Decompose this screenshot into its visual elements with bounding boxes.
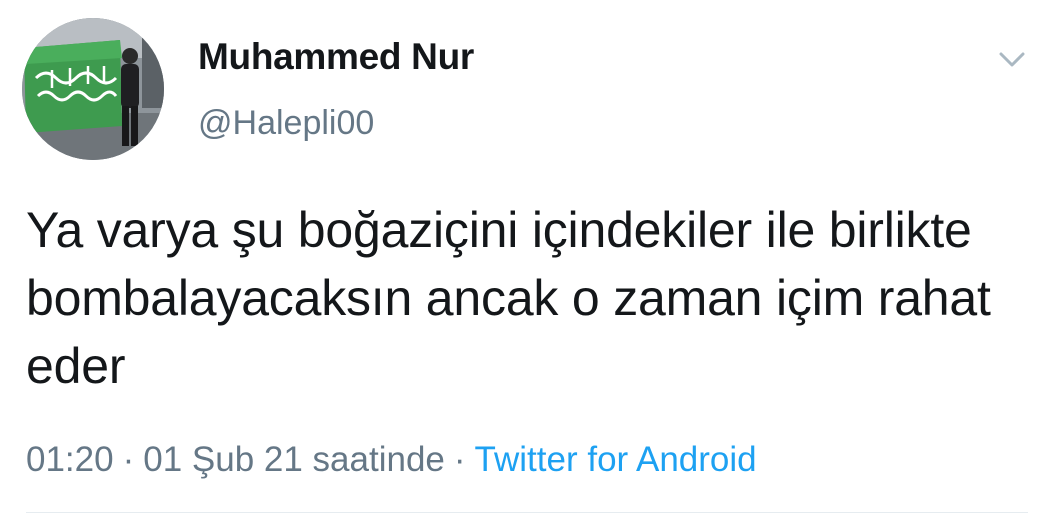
display-name[interactable]: Muhammed Nur <box>198 36 474 78</box>
divider <box>26 512 1028 513</box>
tweet-metadata: 01:20 · 01 Şub 21 saatinde · Twitter for And… <box>26 440 757 480</box>
tweet-text: Ya varya şu boğaziçini içindekiler ile b… <box>26 202 991 394</box>
tweet-date[interactable]: 01 Şub 21 saatinde <box>143 440 445 479</box>
chevron-down-icon[interactable] <box>995 44 1029 74</box>
tweet-source-link[interactable]: Twitter for Android <box>475 440 757 479</box>
meta-separator: · <box>453 440 466 479</box>
avatar-photo <box>22 18 164 160</box>
tweet-time[interactable]: 01:20 <box>26 440 114 479</box>
meta-separator: · <box>122 440 135 479</box>
avatar[interactable] <box>22 18 164 160</box>
user-handle[interactable]: @Halepli00 <box>198 104 374 143</box>
tweet-card: Muhammed Nur @Halepli00 Ya varya şu boğa… <box>0 0 1048 517</box>
